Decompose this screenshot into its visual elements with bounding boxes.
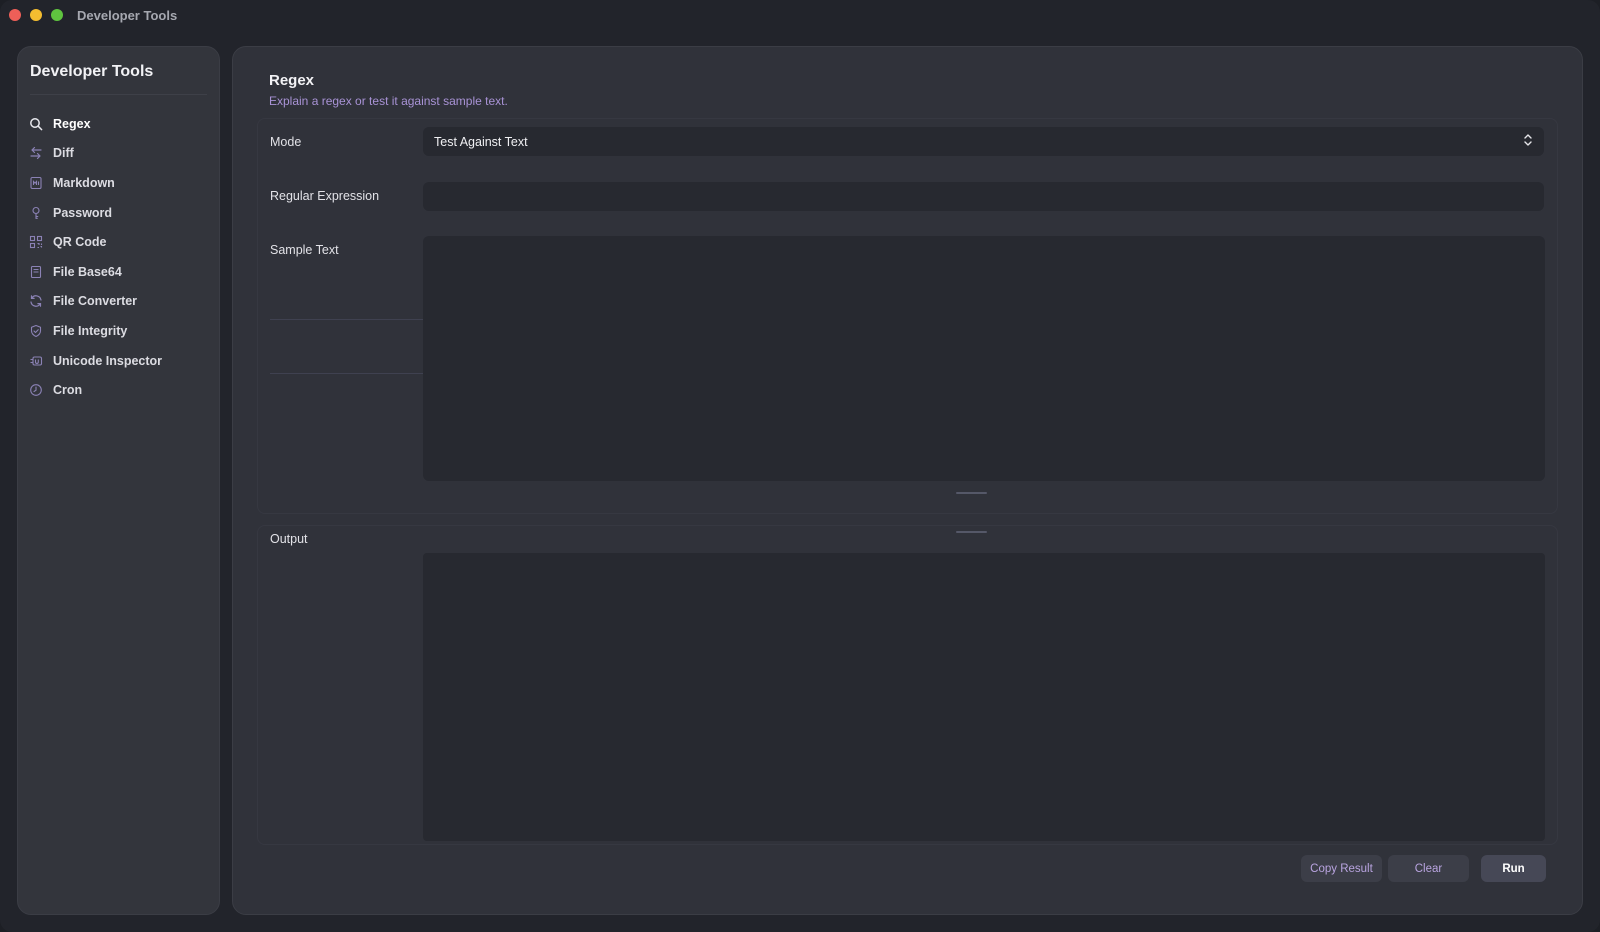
mode-select-value: Test Against Text [434,134,528,149]
output-box [423,553,1545,841]
window-title: Developer Tools [77,7,178,23]
sidebar-item-label: File Converter [53,294,138,309]
regex-label: Regular Expression [270,189,380,203]
sidebar-item-markdown[interactable]: Markdown [18,168,219,198]
regex-input[interactable] [423,182,1544,211]
mode-select[interactable]: Test Against Text [423,127,1544,156]
sidebar-item-qr-code[interactable]: QR Code [18,227,219,257]
sidebar-nav: Regex Diff Markdown Password QR Code Fil… [18,109,219,405]
shield-icon [29,324,43,338]
sidebar-item-label: Regex [53,116,91,131]
resize-handle[interactable] [956,492,987,494]
sidebar-item-label: Password [53,205,113,220]
sidebar-item-file-base64[interactable]: File Base64 [18,257,219,287]
sidebar-item-label: File Base64 [53,264,122,279]
sidebar-item-label: Cron [53,383,83,398]
page-subtitle: Explain a regex or test it against sampl… [269,94,508,108]
search-icon [29,117,43,131]
run-button[interactable]: Run [1481,855,1546,882]
qr-code-icon [29,235,43,249]
clock-icon [29,383,43,397]
sidebar-item-unicode-inspector[interactable]: Unicode Inspector [18,346,219,376]
output-section: Output [257,525,1558,845]
sidebar-title: Developer Tools [30,63,154,80]
output-label: Output [270,532,308,546]
markdown-doc-icon [29,176,43,190]
app-window: Developer Tools Developer Tools Regex Di… [0,0,1600,932]
sidebar-item-label: File Integrity [53,323,128,338]
input-form: Mode Test Against Text Regular Expressio… [257,118,1558,514]
sidebar-item-file-integrity[interactable]: File Integrity [18,316,219,346]
minimize-window-button[interactable] [30,9,42,21]
key-icon [29,206,43,220]
clear-button[interactable]: Clear [1388,855,1469,882]
refresh-icon [29,294,43,308]
zoom-window-button[interactable] [51,9,63,21]
sidebar-item-password[interactable]: Password [18,198,219,228]
sidebar-item-label: Unicode Inspector [53,353,163,368]
sidebar-item-diff[interactable]: Diff [18,139,219,169]
sidebar-divider [30,94,207,95]
resize-handle[interactable] [956,531,987,533]
window-controls [9,9,63,21]
sidebar-item-file-converter[interactable]: File Converter [18,287,219,317]
main-panel: Regex Explain a regex or test it against… [232,46,1583,915]
copy-result-button[interactable]: Copy Result [1301,855,1382,882]
chevron-up-down-icon [1523,133,1533,150]
sidebar-item-regex[interactable]: Regex [18,109,219,139]
unicode-icon [29,354,43,368]
sidebar-item-label: QR Code [53,235,107,250]
sample-text-input[interactable] [423,236,1545,481]
title-bar: Developer Tools [0,0,1600,30]
sample-text-label: Sample Text [270,243,339,257]
mode-label: Mode [270,135,302,149]
sidebar-item-cron[interactable]: Cron [18,375,219,405]
close-window-button[interactable] [9,9,21,21]
sidebar-item-label: Markdown [53,175,115,190]
file-icon [29,265,43,279]
sidebar: Developer Tools Regex Diff Markdown Pass… [17,46,220,915]
sidebar-item-label: Diff [53,146,74,161]
swap-arrows-icon [29,146,43,160]
page-title: Regex [269,72,315,89]
